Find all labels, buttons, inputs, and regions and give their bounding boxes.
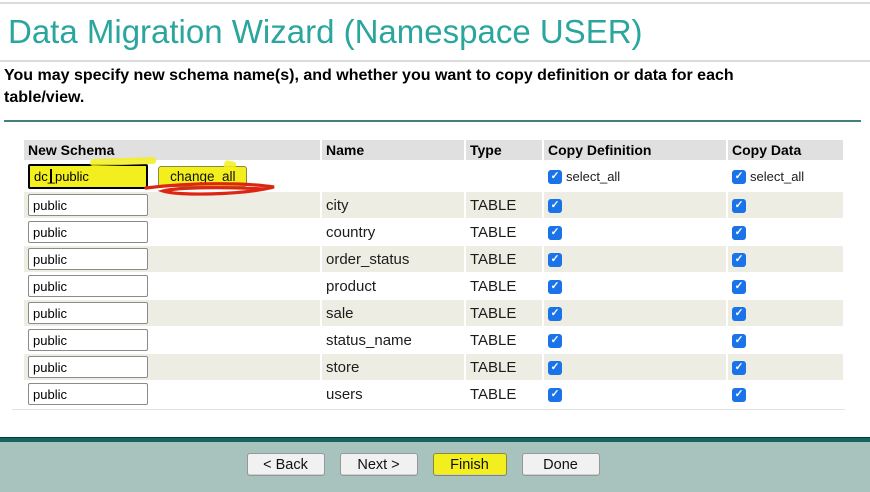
table-name: sale [322,300,464,326]
back-button[interactable]: < Back [246,453,325,476]
copy-definition-checkbox[interactable]: ✓ [548,306,562,321]
copy-data-checkbox[interactable]: ✓ [732,198,746,213]
column-header-name: Name [322,140,464,160]
select-all-data-checkbox[interactable]: ✓ [732,169,746,184]
table-type: TABLE [466,327,542,353]
text-caret [50,169,52,183]
table-row: city TABLE ✓ ✓ [24,192,843,218]
new-schema-input[interactable] [28,221,148,243]
table-name: order_status [322,246,464,272]
copy-definition-checkbox[interactable]: ✓ [548,252,562,267]
copy-definition-checkbox[interactable]: ✓ [548,360,562,375]
new-schema-input[interactable] [28,275,148,297]
table-bottom-border [12,409,845,410]
new-schema-all-input[interactable] [28,163,148,189]
page-title: Data Migration Wizard (Namespace USER) [8,13,643,50]
table-type: TABLE [466,273,542,299]
done-button[interactable]: Done [521,453,600,476]
copy-definition-checkbox[interactable]: ✓ [548,225,562,240]
finish-button[interactable]: Finish [432,453,507,476]
table-row: order_status TABLE ✓ ✓ [24,246,843,272]
migration-table-wrap: New Schema Name Type Copy Definition Cop… [22,139,845,408]
table-row: sale TABLE ✓ ✓ [24,300,843,326]
table-row: status_name TABLE ✓ ✓ [24,327,843,353]
table-type: TABLE [466,192,542,218]
column-header-copy-definition: Copy Definition [544,140,726,160]
table-type: TABLE [466,354,542,380]
column-header-copy-data: Copy Data [728,140,843,160]
top-divider [0,2,870,4]
new-schema-input[interactable] [28,194,148,216]
copy-definition-checkbox[interactable]: ✓ [548,387,562,402]
table-type: TABLE [466,381,542,407]
table-name: product [322,273,464,299]
table-name: city [322,192,464,218]
column-header-new-schema: New Schema [24,140,320,160]
table-type: TABLE [466,246,542,272]
wizard-footer: < Back Next > Finish Done [0,442,870,492]
table-body: change_all ✓select_all ✓select_all city … [24,161,843,407]
copy-definition-checkbox[interactable]: ✓ [548,279,562,294]
title-divider [0,60,870,62]
copy-data-checkbox[interactable]: ✓ [732,306,746,321]
table-row: users TABLE ✓ ✓ [24,381,843,407]
select-all-definition-checkbox[interactable]: ✓ [548,169,562,184]
migration-table: New Schema Name Type Copy Definition Cop… [22,139,845,408]
table-name: status_name [322,327,464,353]
new-schema-input[interactable] [28,329,148,351]
copy-data-checkbox[interactable]: ✓ [732,333,746,348]
new-schema-input[interactable] [28,383,148,405]
next-button[interactable]: Next > [339,453,418,476]
copy-definition-checkbox[interactable]: ✓ [548,198,562,213]
section-rule [4,120,861,122]
copy-data-checkbox[interactable]: ✓ [732,360,746,375]
column-header-type: Type [466,140,542,160]
wizard-button-row: < Back Next > Finish Done [0,453,858,476]
subtitle-text: You may specify new schema name(s), and … [4,67,734,106]
copy-data-checkbox[interactable]: ✓ [732,387,746,402]
select-all-definition-label: select_all [566,169,621,185]
new-schema-input[interactable] [28,356,148,378]
table-row: country TABLE ✓ ✓ [24,219,843,245]
copy-data-checkbox[interactable]: ✓ [732,225,746,240]
table-type: TABLE [466,300,542,326]
table-name: users [322,381,464,407]
copy-data-checkbox[interactable]: ✓ [732,252,746,267]
new-schema-input[interactable] [28,302,148,324]
table-name: store [322,354,464,380]
table-row: product TABLE ✓ ✓ [24,273,843,299]
table-name: country [322,219,464,245]
select-all-data-label: select_all [750,169,805,185]
wizard-page: Data Migration Wizard (Namespace USER) Y… [0,0,870,492]
select-all-row: change_all ✓select_all ✓select_all [24,161,843,191]
copy-data-checkbox[interactable]: ✓ [732,279,746,294]
table-row: store TABLE ✓ ✓ [24,354,843,380]
table-type: TABLE [466,219,542,245]
new-schema-input[interactable] [28,248,148,270]
copy-definition-checkbox[interactable]: ✓ [548,333,562,348]
